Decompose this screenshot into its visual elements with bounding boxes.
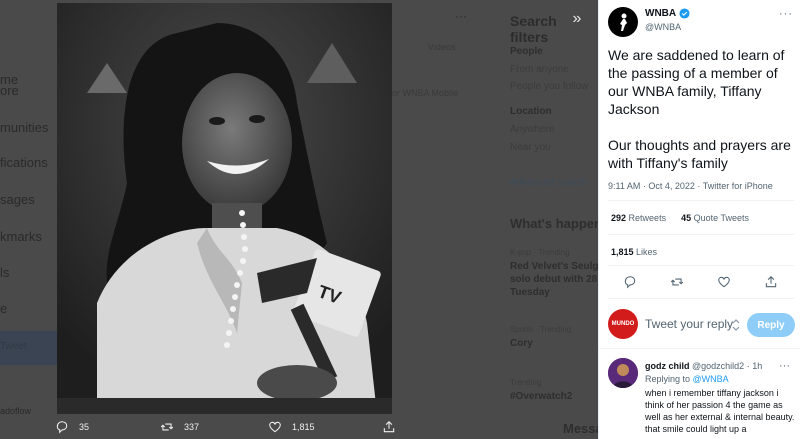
retweets-count: 292 xyxy=(611,213,627,223)
retweets-stat[interactable]: 292 Retweets xyxy=(611,213,666,223)
divider xyxy=(608,265,794,266)
divider xyxy=(608,200,794,201)
reply-author[interactable]: godz child @godzchild2 · 1h xyxy=(645,361,762,371)
reply-icon xyxy=(56,421,68,434)
tweet-timestamp: 9:11 AM · Oct 4, 2022 · Twitter for iPho… xyxy=(608,181,773,191)
bg-videos-tab: Videos xyxy=(428,42,456,52)
advanced-search-link: Advanced search xyxy=(510,177,588,188)
share-icon xyxy=(383,421,395,433)
likes-label: Likes xyxy=(636,247,658,257)
nav-item-communities: munities xyxy=(0,120,49,135)
people-option: From anyone xyxy=(510,64,569,75)
replying-prefix: Replying to xyxy=(645,374,691,384)
reply-button[interactable]: Reply xyxy=(747,313,795,337)
reply-icon[interactable] xyxy=(623,275,637,289)
reply-age: 1h xyxy=(752,361,763,371)
nav-item-notifications: fications xyxy=(0,155,48,170)
trend-title: #Overwatch2 xyxy=(510,391,573,402)
tweet-stats: 292 Retweets 45 Quote Tweets xyxy=(611,213,749,223)
media-like-count: 1,815 xyxy=(292,422,315,432)
tweet-source[interactable]: Twitter for iPhone xyxy=(703,181,773,191)
trend-subtitle: solo debut with 28 xyxy=(510,274,598,285)
location-label: Location xyxy=(510,106,552,117)
nav-tweet-button: Tweet xyxy=(0,341,27,352)
author-avatar[interactable] xyxy=(608,7,638,37)
media-action-bar: 35 337 1,815 xyxy=(0,418,598,439)
quotes-stat[interactable]: 45 Quote Tweets xyxy=(681,213,749,223)
bg-more-icon: ··· xyxy=(455,9,467,23)
retweets-label: Retweets xyxy=(628,213,667,223)
people-label: People xyxy=(510,46,543,57)
reply-author-handle: @godzchild2 xyxy=(692,361,745,371)
author-name-text: WNBA xyxy=(645,8,677,19)
media-retweet-count: 337 xyxy=(184,422,200,432)
verified-badge-icon xyxy=(679,8,690,19)
reply-text: when i remember tiffany jackson i think … xyxy=(645,388,795,434)
nav-item-lists: ls xyxy=(0,265,10,280)
nav-item-messages: sages xyxy=(0,192,35,207)
bg-mobile-text: or WNBA Mobile xyxy=(392,88,459,98)
double-chevron-right-icon: » xyxy=(572,10,582,27)
share-icon[interactable] xyxy=(764,275,778,289)
avatar-image-icon xyxy=(608,358,638,388)
location-option: Anywhere xyxy=(510,124,555,135)
reply-more-icon[interactable]: ··· xyxy=(779,360,790,372)
media-share-action[interactable] xyxy=(382,420,396,434)
tweet-photo: TV xyxy=(57,3,392,414)
quotes-label: Quote Tweets xyxy=(693,213,749,223)
nav-item-bookmarks: kmarks xyxy=(0,229,42,244)
tweet-actions xyxy=(599,272,800,294)
tweet-text: We are saddened to learn of the passing … xyxy=(608,47,791,171)
media-like-action[interactable]: 1,815 xyxy=(268,420,315,434)
trend-title: Red Velvet's Seulgi xyxy=(510,261,602,272)
likes-stat[interactable]: 1,815 Likes xyxy=(611,247,657,257)
current-user-avatar[interactable]: MUNDO xyxy=(608,309,638,339)
divider xyxy=(608,298,794,299)
reply-author-name: godz child xyxy=(645,361,690,371)
tweet-detail-panel: WNBA @WNBA ··· We are saddened to learn … xyxy=(598,0,800,439)
nav-item-profile: e xyxy=(0,301,8,316)
media-reply-action[interactable]: 35 xyxy=(55,420,89,434)
trend-title: Cory xyxy=(510,338,533,349)
divider xyxy=(599,348,800,349)
wnba-logo-icon xyxy=(620,13,627,31)
avatar-logo-text: MUNDO xyxy=(611,321,635,327)
replying-to: Replying to @WNBA xyxy=(645,374,729,384)
people-option: People you follow xyxy=(510,81,589,92)
likes-count: 1,815 xyxy=(611,247,634,257)
tweet-date[interactable]: Oct 4, 2022 xyxy=(648,181,695,191)
trend-day: Tuesday xyxy=(510,287,550,298)
stepper-icon xyxy=(732,319,740,331)
divider xyxy=(608,234,794,235)
retweet-icon xyxy=(160,423,174,431)
heart-icon xyxy=(269,421,281,433)
nav-account: adoflow xyxy=(0,406,32,416)
replying-to-link[interactable]: @WNBA xyxy=(693,374,729,384)
reply-input[interactable]: Tweet your reply xyxy=(645,317,733,331)
quotes-count: 45 xyxy=(681,213,692,223)
tweet-time[interactable]: 9:11 AM xyxy=(608,181,640,191)
nav-item-explore: ore xyxy=(0,83,19,98)
more-options-icon[interactable]: ··· xyxy=(779,8,793,20)
trend-meta: K-pop · Trending xyxy=(510,248,570,257)
author-handle[interactable]: @WNBA xyxy=(645,22,681,32)
reply-author-avatar[interactable] xyxy=(608,358,638,388)
media-viewer: me ore munities fications sages kmarks l… xyxy=(0,0,800,439)
media-retweet-action[interactable]: 337 xyxy=(160,420,199,434)
heart-icon[interactable] xyxy=(717,275,731,289)
trend-meta: Trending xyxy=(510,378,542,387)
location-option: Near you xyxy=(510,142,551,153)
retweet-icon[interactable] xyxy=(670,275,684,289)
author-name[interactable]: WNBA xyxy=(645,8,690,19)
media-reply-count: 35 xyxy=(79,422,90,432)
collapse-panel-button[interactable]: » xyxy=(562,6,592,32)
trend-meta: Sports · Trending xyxy=(510,325,572,334)
